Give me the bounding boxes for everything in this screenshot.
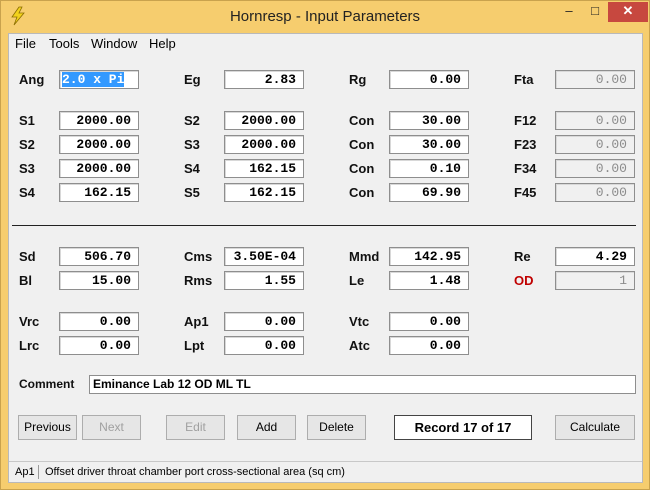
- label-s1: S1: [19, 113, 35, 128]
- add-button[interactable]: Add: [237, 415, 296, 440]
- label-fta: Fta: [514, 72, 534, 87]
- con-field-2[interactable]: 30.00: [389, 135, 469, 154]
- label-cms: Cms: [184, 249, 213, 264]
- lpt-field[interactable]: 0.00: [224, 336, 304, 355]
- label-s3-row2: S3: [184, 137, 200, 152]
- label-s2: S2: [184, 113, 200, 128]
- menu-window[interactable]: Window: [91, 36, 137, 51]
- label-f45: F45: [514, 185, 537, 200]
- f34-field: 0.00: [555, 159, 635, 178]
- label-sd: Sd: [19, 249, 36, 264]
- calculate-button[interactable]: Calculate: [555, 415, 635, 440]
- delete-button[interactable]: Delete: [307, 415, 366, 440]
- ang-field[interactable]: 2.0 x Pi: [59, 70, 139, 89]
- client-area: File Tools Window Help Ang 2.0 x Pi Eg 2…: [8, 33, 643, 483]
- s3-field-row2[interactable]: 2000.00: [224, 135, 304, 154]
- lrc-field[interactable]: 0.00: [59, 336, 139, 355]
- bl-field[interactable]: 15.00: [59, 271, 139, 290]
- f23-field: 0.00: [555, 135, 635, 154]
- close-button[interactable]: ✕: [608, 2, 648, 22]
- next-button[interactable]: Next: [82, 415, 141, 440]
- label-vtc: Vtc: [349, 314, 370, 329]
- vtc-field[interactable]: 0.00: [389, 312, 469, 331]
- mmd-field[interactable]: 142.95: [389, 247, 469, 266]
- s4-field-row3[interactable]: 162.15: [224, 159, 304, 178]
- con-field-4[interactable]: 69.90: [389, 183, 469, 202]
- label-vrc: Vrc: [19, 314, 40, 329]
- label-re: Re: [514, 249, 531, 264]
- window-title: Hornresp - Input Parameters: [229, 8, 421, 25]
- le-field[interactable]: 1.48: [389, 271, 469, 290]
- label-s4-row4: S4: [19, 185, 35, 200]
- label-lpt: Lpt: [184, 338, 205, 353]
- label-f23: F23: [514, 137, 537, 152]
- minimize-button[interactable]: –: [556, 2, 582, 22]
- eg-field[interactable]: 2.83: [224, 70, 304, 89]
- ang-value: 2.0 x Pi: [62, 72, 125, 87]
- s1-field[interactable]: 2000.00: [59, 111, 139, 130]
- label-con-2: Con: [349, 137, 375, 152]
- label-eg: Eg: [184, 72, 201, 87]
- rms-field[interactable]: 1.55: [224, 271, 304, 290]
- status-separator: [38, 465, 39, 479]
- label-rg: Rg: [349, 72, 367, 87]
- label-con-4: Con: [349, 185, 375, 200]
- f45-field: 0.00: [555, 183, 635, 202]
- label-con-3: Con: [349, 161, 375, 176]
- ap1-field[interactable]: 0.00: [224, 312, 304, 331]
- label-atc: Atc: [349, 338, 370, 353]
- od-field: 1: [555, 271, 635, 290]
- sd-field[interactable]: 506.70: [59, 247, 139, 266]
- s2-field-row2[interactable]: 2000.00: [59, 135, 139, 154]
- label-ang: Ang: [19, 72, 45, 87]
- s5-field[interactable]: 162.15: [224, 183, 304, 202]
- menu-help[interactable]: Help: [149, 36, 176, 51]
- label-s2-row2: S2: [19, 137, 35, 152]
- fta-field: 0.00: [555, 70, 635, 89]
- status-text: Offset driver throat chamber port cross-…: [45, 466, 345, 478]
- label-f34: F34: [514, 161, 537, 176]
- previous-button[interactable]: Previous: [18, 415, 77, 440]
- menu-file[interactable]: File: [15, 36, 36, 51]
- label-s4-row3: S4: [184, 161, 200, 176]
- s4-field-row4[interactable]: 162.15: [59, 183, 139, 202]
- f12-field: 0.00: [555, 111, 635, 130]
- label-con-1: Con: [349, 113, 375, 128]
- status-key: Ap1: [15, 466, 35, 478]
- re-field[interactable]: 4.29: [555, 247, 635, 266]
- menu-tools[interactable]: Tools: [49, 36, 79, 51]
- hornresp-window: Hornresp - Input Parameters – □ ✕ File T…: [0, 0, 650, 490]
- vrc-field[interactable]: 0.00: [59, 312, 139, 331]
- label-bl: Bl: [19, 273, 32, 288]
- label-f12: F12: [514, 113, 537, 128]
- label-lrc: Lrc: [19, 338, 40, 353]
- label-s5: S5: [184, 185, 200, 200]
- status-bar: Ap1 Offset driver throat chamber port cr…: [9, 461, 642, 482]
- title-bar[interactable]: Hornresp - Input Parameters – □ ✕: [1, 1, 649, 33]
- con-field-1[interactable]: 30.00: [389, 111, 469, 130]
- edit-button[interactable]: Edit: [166, 415, 225, 440]
- label-le: Le: [349, 273, 365, 288]
- record-indicator: Record 17 of 17: [394, 415, 532, 440]
- comment-field[interactable]: Eminance Lab 12 OD ML TL: [89, 375, 636, 394]
- label-mmd: Mmd: [349, 249, 380, 264]
- rg-field[interactable]: 0.00: [389, 70, 469, 89]
- con-field-3[interactable]: 0.10: [389, 159, 469, 178]
- atc-field[interactable]: 0.00: [389, 336, 469, 355]
- label-rms: Rms: [184, 273, 213, 288]
- section-divider: [12, 225, 636, 226]
- label-od[interactable]: OD: [514, 273, 534, 288]
- menu-bar: File Tools Window Help: [9, 34, 642, 54]
- cms-field[interactable]: 3.50E-04: [224, 247, 304, 266]
- label-s3-row3: S3: [19, 161, 35, 176]
- s2-field-row1[interactable]: 2000.00: [224, 111, 304, 130]
- maximize-button[interactable]: □: [582, 2, 608, 22]
- label-comment: Comment: [19, 377, 75, 391]
- label-ap1: Ap1: [184, 314, 209, 329]
- s3-field-row3[interactable]: 2000.00: [59, 159, 139, 178]
